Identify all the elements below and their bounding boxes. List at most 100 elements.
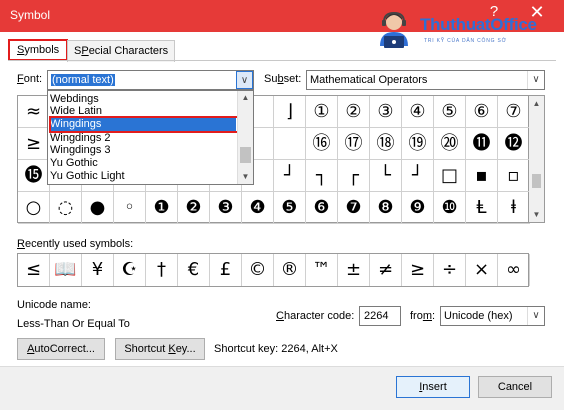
tab-symbols[interactable]: Symbols: [8, 39, 69, 61]
recent-symbol-cell[interactable]: ®: [274, 254, 306, 286]
symbol-cell[interactable]: □: [434, 160, 466, 192]
symbol-cell[interactable]: ◌: [50, 192, 82, 224]
symbol-cell[interactable]: ⑲: [402, 128, 434, 160]
font-dropdown-scrollbar[interactable]: ▲ ▼: [237, 91, 253, 184]
symbol-cell[interactable]: ⑥: [466, 96, 498, 128]
symbol-cell[interactable]: ❷: [178, 192, 210, 224]
symbol-cell[interactable]: ❽: [370, 192, 402, 224]
symbol-cell[interactable]: ┘: [402, 160, 434, 192]
symbol-cell[interactable]: ①: [306, 96, 338, 128]
symbol-cell[interactable]: ▫: [498, 160, 530, 192]
recently-used-label: Recently used symbols:: [17, 238, 133, 250]
symbol-cell[interactable]: ❶: [146, 192, 178, 224]
recent-symbol-cell[interactable]: ™: [306, 254, 338, 286]
recent-symbol-cell[interactable]: ≥: [402, 254, 434, 286]
scroll-thumb[interactable]: [240, 147, 251, 163]
brand-watermark: ThuthuatOffice TRI KỸ CỦA DÂN CÔNG SỞ: [372, 10, 562, 50]
chevron-down-icon[interactable]: ∨: [236, 71, 253, 89]
symbol-cell[interactable]: ⑦: [498, 96, 530, 128]
character-code-mnemonic: C: [276, 310, 284, 322]
symbol-cell[interactable]: ○: [18, 192, 50, 224]
autocorrect-label: utoCorrect...: [34, 343, 95, 355]
symbol-cell[interactable]: ④: [402, 96, 434, 128]
character-code-text: haracter code:: [283, 310, 355, 322]
symbol-cell[interactable]: ▪: [466, 160, 498, 192]
symbol-cell[interactable]: ❺: [274, 192, 306, 224]
recent-symbol-cell[interactable]: ©: [242, 254, 274, 286]
font-option[interactable]: Yu Gothic: [50, 157, 98, 169]
symbol-cell[interactable]: ②: [338, 96, 370, 128]
symbol-cell[interactable]: Ⱡ: [466, 192, 498, 224]
symbol-cell[interactable]: ❻: [306, 192, 338, 224]
font-option[interactable]: Webdings: [50, 93, 99, 105]
autocorrect-button[interactable]: AutoCorrect...: [17, 338, 105, 360]
recent-symbol-cell[interactable]: 📖: [50, 254, 82, 286]
symbol-cell[interactable]: ⓬: [498, 128, 530, 160]
recent-symbol-cell[interactable]: ∞: [498, 254, 530, 286]
symbol-cell[interactable]: ❾: [402, 192, 434, 224]
chevron-down-icon[interactable]: ∨: [527, 307, 544, 325]
symbol-cell[interactable]: ┌: [338, 160, 370, 192]
symbol-cell[interactable]: ⓫: [466, 128, 498, 160]
symbol-cell[interactable]: ❸: [210, 192, 242, 224]
shortcut-key-prefix: Shortcut: [124, 343, 169, 355]
recent-symbol-cell[interactable]: †: [146, 254, 178, 286]
font-option[interactable]: Wingdings 2: [50, 132, 111, 144]
scroll-up-icon[interactable]: ▲: [238, 91, 253, 105]
scroll-down-icon[interactable]: ▼: [529, 207, 544, 222]
chevron-down-icon[interactable]: ∨: [527, 71, 544, 89]
symbol-cell[interactable]: ⱡ: [498, 192, 530, 224]
symbol-cell[interactable]: ●: [82, 192, 114, 224]
insert-button[interactable]: Insert: [396, 376, 470, 398]
font-option[interactable]: Wingdings 3: [50, 144, 111, 156]
subset-label-prefix: Su: [264, 73, 278, 85]
recent-symbol-cell[interactable]: ☪: [114, 254, 146, 286]
from-combo[interactable]: Unicode (hex) ∨: [440, 306, 545, 326]
scroll-down-icon[interactable]: ▼: [238, 170, 253, 184]
tab-special-mnemonic: P: [81, 45, 89, 57]
font-combo[interactable]: (normal text) ∨: [47, 70, 254, 90]
cancel-button[interactable]: Cancel: [478, 376, 552, 398]
font-label: Font:: [17, 73, 42, 85]
symbol-cell[interactable]: ⑤: [434, 96, 466, 128]
recent-symbol-cell[interactable]: ±: [338, 254, 370, 286]
shortcut-key-info: Shortcut key: 2264, Alt+X: [214, 343, 338, 355]
font-dropdown-list[interactable]: Webdings Wide Latin Wingdings Wingdings …: [47, 90, 254, 185]
symbol-cell[interactable]: ⑳: [434, 128, 466, 160]
tab-symbols-label: ymbols: [24, 44, 60, 56]
symbol-grid-scrollbar[interactable]: ▲ ▼: [529, 95, 545, 223]
recent-symbol-cell[interactable]: €: [178, 254, 210, 286]
symbol-cell[interactable]: ❼: [338, 192, 370, 224]
symbol-cell[interactable]: ┐: [306, 160, 338, 192]
recent-symbol-cell[interactable]: ¥: [82, 254, 114, 286]
symbol-cell[interactable]: ❿: [434, 192, 466, 224]
symbol-cell[interactable]: ≥: [18, 128, 50, 160]
recent-symbol-cell[interactable]: ÷: [434, 254, 466, 286]
recent-symbol-cell[interactable]: £: [210, 254, 242, 286]
subset-value: Mathematical Operators: [310, 74, 428, 86]
subset-combo[interactable]: Mathematical Operators ∨: [306, 70, 545, 90]
font-option[interactable]: Yu Gothic Light: [50, 170, 125, 182]
symbol-cell[interactable]: ⑱: [370, 128, 402, 160]
symbol-cell[interactable]: ❹: [242, 192, 274, 224]
font-label-text: ont:: [23, 73, 43, 85]
symbol-cell[interactable]: ┘: [274, 160, 306, 192]
scroll-up-icon[interactable]: ▲: [529, 96, 544, 111]
symbol-cell[interactable]: ≈: [18, 96, 50, 128]
character-code-input[interactable]: 2264: [359, 306, 401, 326]
symbol-cell[interactable]: [274, 128, 306, 160]
symbol-cell[interactable]: ⑰: [338, 128, 370, 160]
scroll-thumb[interactable]: [532, 174, 541, 188]
symbol-cell[interactable]: ⓯: [18, 160, 50, 192]
symbol-cell[interactable]: ⌋: [274, 96, 306, 128]
symbol-cell[interactable]: ⑯: [306, 128, 338, 160]
tab-special-characters[interactable]: SPecial Characters: [67, 40, 176, 62]
recent-symbol-cell[interactable]: ≤: [18, 254, 50, 286]
symbol-cell[interactable]: ③: [370, 96, 402, 128]
symbol-cell[interactable]: ◦: [114, 192, 146, 224]
recently-used-symbols[interactable]: ≤ 📖 ¥ ☪ † € £ © ® ™ ± ≠ ≥ ÷ × ∞: [17, 253, 530, 287]
shortcut-key-button[interactable]: Shortcut Key...: [115, 338, 205, 360]
recent-symbol-cell[interactable]: ≠: [370, 254, 402, 286]
recent-symbol-cell[interactable]: ×: [466, 254, 498, 286]
symbol-cell[interactable]: └: [370, 160, 402, 192]
